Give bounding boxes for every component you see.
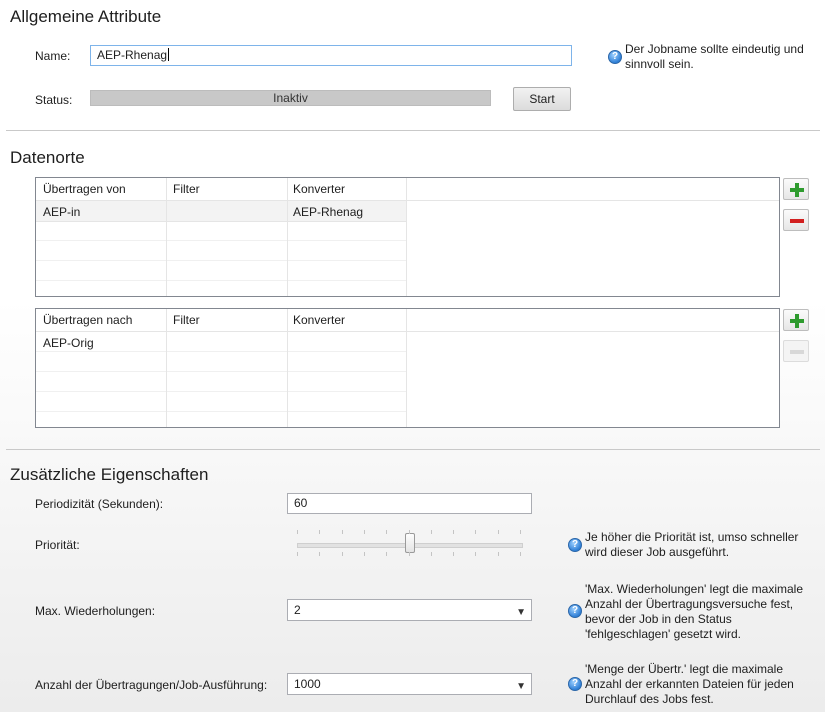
retries-hint-line: bevor der Job in den Status — [585, 612, 732, 626]
row-divider — [36, 411, 406, 412]
transfers-label: Anzahl der Übertragungen/Job-Ausführung: — [35, 678, 268, 692]
slider-tick — [520, 530, 521, 534]
slider-tick — [297, 530, 298, 534]
column-divider — [166, 309, 167, 427]
slider-tick — [498, 552, 499, 556]
status-bar: Inaktiv — [90, 90, 491, 106]
minus-icon — [790, 350, 804, 354]
row-divider — [36, 260, 406, 261]
column-header-filter[interactable]: Filter — [173, 178, 200, 200]
start-button[interactable]: Start — [513, 87, 571, 111]
priority-label: Priorität: — [35, 538, 80, 552]
period-label: Periodizität (Sekunden): — [35, 497, 164, 511]
section-title-general: Allgemeine Attribute — [10, 7, 162, 26]
column-header-konverter[interactable]: Konverter — [293, 309, 345, 331]
name-input[interactable]: AEP-Rhenag — [90, 45, 572, 66]
period-input[interactable]: 60 — [287, 493, 532, 514]
plus-icon-stem — [795, 314, 799, 328]
text-caret — [168, 48, 170, 61]
chevron-down-icon: ▼ — [516, 607, 526, 618]
name-hint-line: Der Jobname sollte eindeutig und — [625, 42, 804, 56]
name-value: AEP-Rhenag — [97, 48, 168, 62]
retries-hint-line: Anzahl der Übertragungsversuche fest, — [585, 597, 794, 611]
slider-tick — [342, 530, 343, 534]
slider-tick — [297, 552, 298, 556]
add-target-button[interactable] — [783, 309, 809, 331]
slider-tick — [475, 552, 476, 556]
row-divider — [36, 391, 406, 392]
plus-icon-stem — [795, 183, 799, 197]
slider-tick — [453, 530, 454, 534]
priority-slider[interactable] — [297, 527, 523, 557]
add-source-button[interactable] — [783, 178, 809, 200]
chevron-down-icon: ▼ — [516, 681, 526, 692]
column-header-filter[interactable]: Filter — [173, 309, 200, 331]
name-hint-line: sinnvoll sein. — [625, 57, 694, 71]
column-header-von[interactable]: Übertragen von — [43, 178, 126, 200]
slider-tick — [475, 530, 476, 534]
slider-tick — [409, 552, 410, 556]
row-divider — [36, 280, 406, 281]
column-divider — [287, 309, 288, 427]
column-divider — [406, 309, 407, 427]
cell-konverter: AEP-Rhenag — [293, 205, 364, 219]
column-divider — [287, 178, 288, 296]
slider-tick — [386, 552, 387, 556]
transfers-select[interactable]: 1000 ▼ — [287, 673, 532, 695]
slider-tick — [453, 552, 454, 556]
slider-tick — [386, 530, 387, 534]
remove-target-button[interactable] — [783, 340, 809, 362]
priority-hint: Je höher die Priorität ist, umso schnell… — [585, 530, 798, 560]
separator — [6, 449, 820, 450]
target-grid-header — [36, 309, 779, 332]
column-divider — [166, 178, 167, 296]
source-grid[interactable]: Übertragen von Filter Konverter AEP-in A… — [35, 177, 780, 297]
slider-tick — [342, 552, 343, 556]
transfers-hint: 'Menge der Übertr.' legt die maximale An… — [585, 662, 794, 707]
section-title-datenorte: Datenorte — [10, 148, 85, 167]
retries-hint-line: 'Max. Wiederholungen' legt die maximale — [585, 582, 804, 596]
priority-hint-line: Je höher die Priorität ist, umso schnell… — [585, 530, 799, 544]
retries-hint: 'Max. Wiederholungen' legt die maximale … — [585, 582, 803, 642]
transfers-value: 1000 — [294, 677, 321, 691]
slider-tick — [431, 552, 432, 556]
column-header-nach[interactable]: Übertragen nach — [43, 309, 132, 331]
slider-tick — [431, 530, 432, 534]
target-grid[interactable]: Übertragen nach Filter Konverter AEP-Ori… — [35, 308, 780, 428]
row-divider — [36, 371, 406, 372]
slider-tick — [409, 530, 410, 534]
retries-select[interactable]: 2 ▼ — [287, 599, 532, 621]
info-icon: ? — [568, 677, 582, 691]
row-divider — [36, 240, 406, 241]
name-hint: Der Jobname sollte eindeutig und sinnvol… — [625, 42, 804, 72]
source-grid-header — [36, 178, 779, 201]
retries-label: Max. Wiederholungen: — [35, 604, 156, 618]
slider-tick — [364, 552, 365, 556]
column-header-konverter[interactable]: Konverter — [293, 178, 345, 200]
separator — [6, 130, 820, 131]
column-divider — [406, 178, 407, 296]
name-label: Name: — [35, 49, 71, 63]
slider-tick — [319, 530, 320, 534]
slider-thumb[interactable] — [405, 533, 415, 553]
info-icon: ? — [568, 604, 582, 618]
section-title-extra: Zusätzliche Eigenschaften — [10, 465, 209, 484]
minus-icon — [790, 219, 804, 223]
transfers-hint-line: 'Menge der Übertr.' legt die maximale — [585, 662, 784, 676]
slider-tick — [498, 530, 499, 534]
info-icon: ? — [608, 50, 622, 64]
slider-tick — [364, 530, 365, 534]
transfers-hint-line: Durchlauf des Jobs fest. — [585, 692, 714, 706]
status-label: Status: — [35, 93, 73, 107]
retries-value: 2 — [294, 603, 301, 617]
slider-tick — [520, 552, 521, 556]
transfers-hint-line: Anzahl der erkannten Dateien für jeden — [585, 677, 794, 691]
remove-source-button[interactable] — [783, 209, 809, 231]
retries-hint-line: 'fehlgeschlagen' gesetzt wird. — [585, 627, 742, 641]
priority-hint-line: wird dieser Job ausgeführt. — [585, 545, 730, 559]
cell-von: AEP-in — [43, 205, 81, 219]
cell-nach[interactable]: AEP-Orig — [43, 332, 94, 354]
slider-tick — [319, 552, 320, 556]
info-icon: ? — [568, 538, 582, 552]
